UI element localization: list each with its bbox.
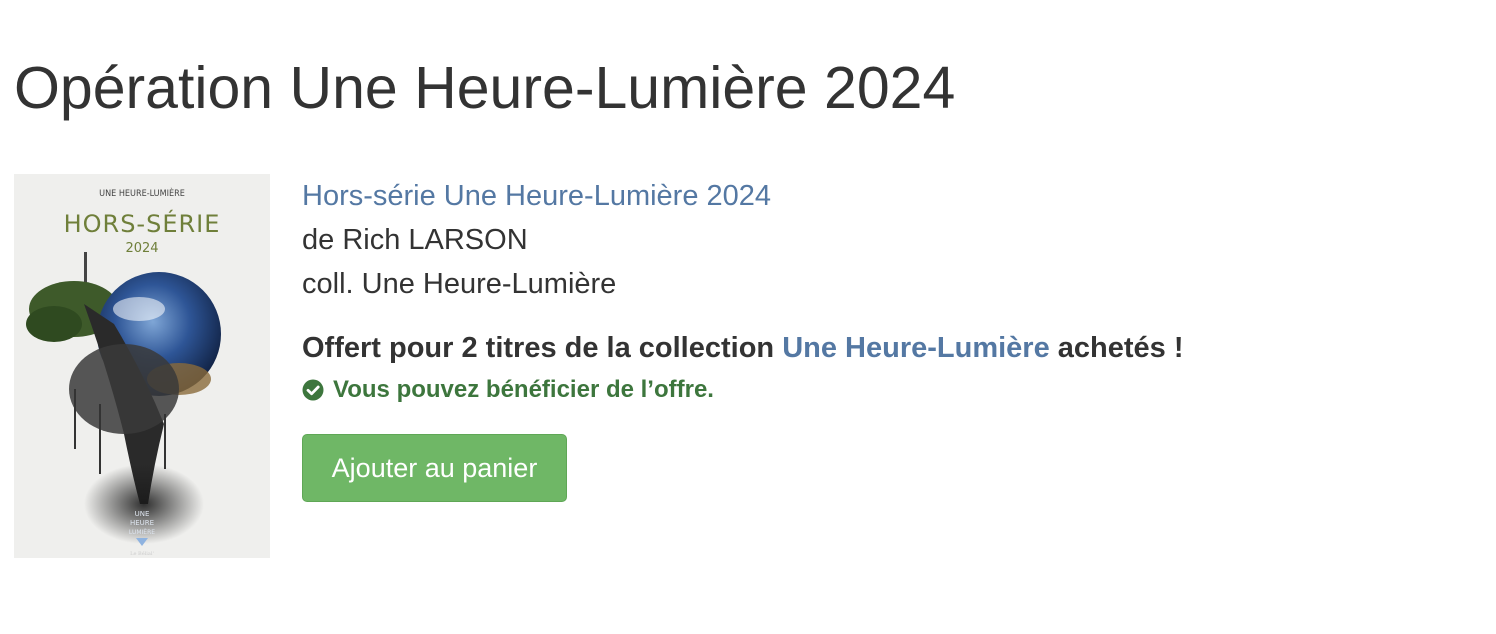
- offer-text-after: achetés !: [1049, 332, 1184, 364]
- cover-series-name: UNE HEURE-LUMIÈRE: [99, 187, 185, 199]
- offer-text-before: Offert pour 2 titres de la collection: [302, 332, 783, 364]
- cover-headline: HORS-SÉRIE: [64, 209, 221, 238]
- book-collection: coll. Une Heure-Lumière: [302, 268, 617, 300]
- book-author: de Rich LARSON: [302, 224, 528, 256]
- check-circle-icon: [302, 379, 324, 401]
- eligibility-text: Vous pouvez bénéficier de l’offre.: [333, 376, 714, 403]
- eligibility-message: Vous pouvez bénéficier de l’offre.: [302, 372, 1184, 408]
- page-title: Opération Une Heure-Lumière 2024: [14, 55, 956, 121]
- offer-text: Offert pour 2 titres de la collection Un…: [302, 326, 1184, 370]
- add-to-cart-button[interactable]: Ajouter au panier: [302, 434, 567, 502]
- book-info: Hors-série Une Heure-Lumière 2024 de Ric…: [302, 174, 1184, 408]
- cover-logo-line3: LUMIÈRE: [129, 528, 155, 536]
- cover-publisher: Le Bélial': [130, 550, 154, 557]
- collection-link[interactable]: Une Heure-Lumière: [782, 332, 1050, 364]
- cover-logo-line2: HEURE: [130, 519, 154, 527]
- book-cover-image[interactable]: UNE HEURE-LUMIÈRE HORS-SÉRIE 2024 UNE HE…: [14, 174, 270, 558]
- cover-logo-line1: UNE: [135, 510, 150, 518]
- book-title-link[interactable]: Hors-série Une Heure-Lumière 2024: [302, 174, 1184, 218]
- cover-year: 2024: [125, 241, 158, 256]
